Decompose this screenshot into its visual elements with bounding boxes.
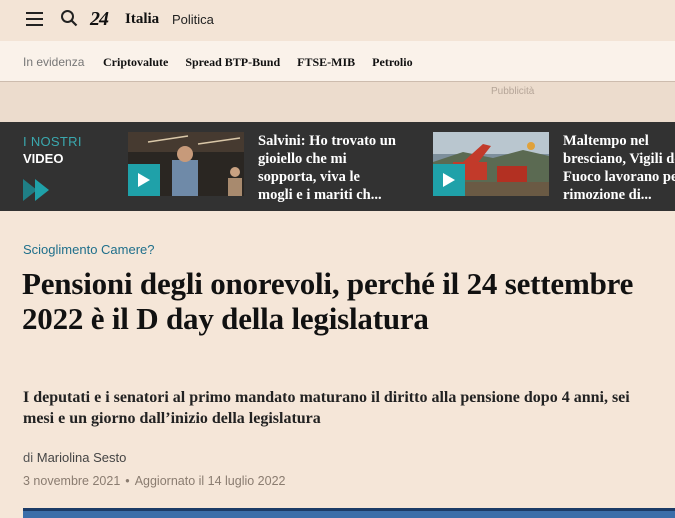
video-thumbnail[interactable] xyxy=(128,132,244,196)
site-logo[interactable]: 24 xyxy=(90,8,109,31)
video-thumbnail[interactable] xyxy=(433,132,549,196)
hamburger-menu-icon[interactable] xyxy=(26,12,43,26)
date-separator: • xyxy=(125,474,130,488)
trending-bar: In evidenza Criptovalute Spread BTP-Bund… xyxy=(0,41,675,82)
play-icon xyxy=(443,173,455,187)
article-kicker[interactable]: Scioglimento Camere? xyxy=(23,242,155,257)
article-subhead: I deputati e i senatori al primo mandato… xyxy=(23,389,630,427)
video-arrows-icon xyxy=(23,179,49,201)
video-title[interactable]: Maltempo nel bresciano, Vigili del Fuoco… xyxy=(563,132,675,204)
article-headline: Pensioni degli onorevoli, perché il 24 s… xyxy=(22,266,634,336)
video-title[interactable]: Salvini: Ho trovato un gioiello che mi s… xyxy=(258,132,398,204)
article-byline: di Mariolina Sesto xyxy=(23,450,126,465)
trending-item-criptovalute[interactable]: Criptovalute xyxy=(103,55,168,70)
search-icon[interactable] xyxy=(60,9,78,27)
play-icon xyxy=(138,173,150,187)
videos-label-top: I NOSTRI xyxy=(23,134,82,149)
play-button[interactable] xyxy=(128,164,160,196)
section-title[interactable]: Italia xyxy=(125,11,159,28)
trending-label: In evidenza xyxy=(23,55,85,69)
videos-label-bottom: VIDEO xyxy=(23,151,64,166)
trending-item-ftse-mib[interactable]: FTSE-MIB xyxy=(297,55,355,70)
video-strip: I NOSTRI VIDEO Salvini: Ho trovato un gi… xyxy=(0,122,675,211)
trending-list: Criptovalute Spread BTP-Bund FTSE-MIB Pe… xyxy=(103,55,413,70)
trending-item-spread[interactable]: Spread BTP-Bund xyxy=(185,55,280,70)
ad-label: Pubblicità xyxy=(491,86,535,97)
ad-banner: Pubblicità xyxy=(0,82,675,122)
author-link[interactable]: Mariolina Sesto xyxy=(37,450,127,465)
byline-prefix: di xyxy=(23,450,34,465)
play-button[interactable] xyxy=(433,164,465,196)
updated-date: Aggiornato il 14 luglio 2022 xyxy=(134,474,286,488)
subsection-link[interactable]: Politica xyxy=(172,12,214,27)
trending-item-petrolio[interactable]: Petrolio xyxy=(372,55,412,70)
publish-date: 3 novembre 2021 xyxy=(23,474,121,488)
hero-image-top xyxy=(23,508,675,518)
top-bar: 24 Italia Politica xyxy=(0,0,675,41)
article-dateline: 3 novembre 2021 • Aggiornato il 14 luglio … xyxy=(23,474,286,488)
